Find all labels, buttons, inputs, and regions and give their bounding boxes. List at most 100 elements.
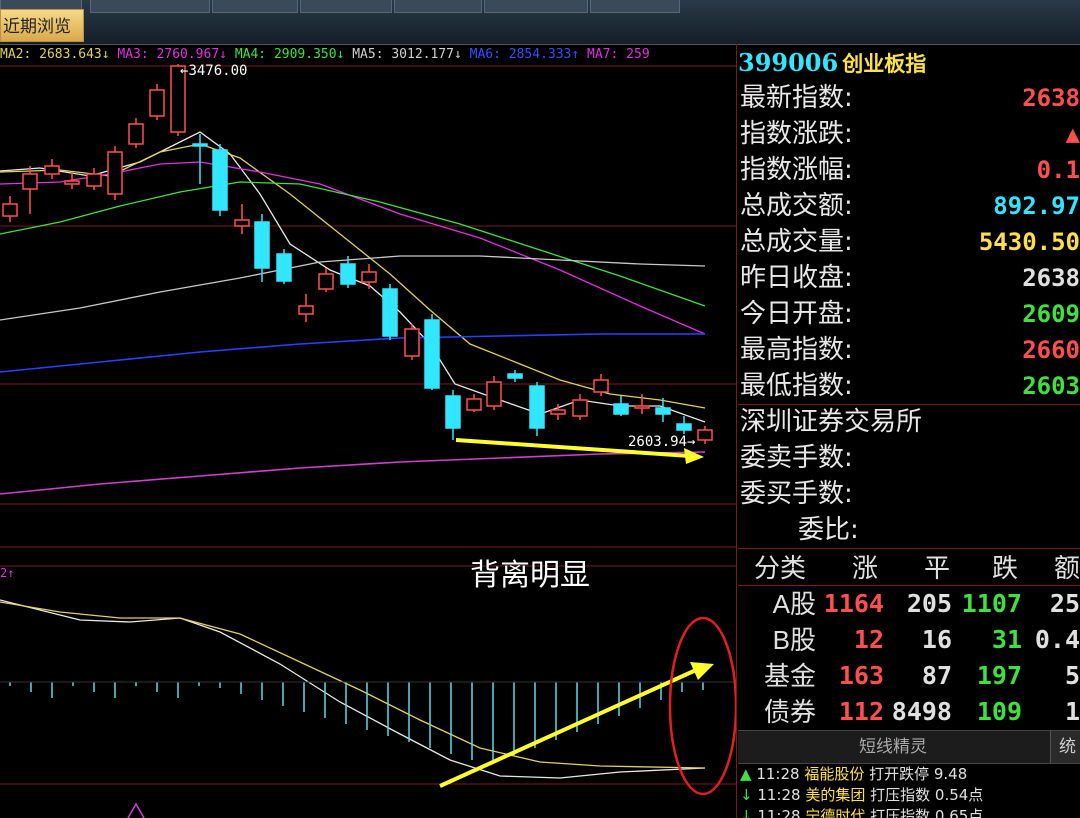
breadth-header-cell: 分类 xyxy=(754,553,807,583)
news-arrow: ↓ xyxy=(740,786,758,804)
kline-chart[interactable] xyxy=(0,44,736,818)
candle-body xyxy=(445,395,461,429)
breadth-cell-amt: 1 xyxy=(1064,697,1080,726)
low-price-label: 2603.94→ xyxy=(628,434,695,450)
row-divider xyxy=(738,548,1080,549)
breadth-row: B股 12 16 31 0.4 xyxy=(738,622,1080,658)
news-stock: 美的集团 xyxy=(805,786,871,804)
order-label: 委卖手数: xyxy=(740,443,853,473)
candle-body xyxy=(318,273,334,290)
candle-body xyxy=(2,203,18,217)
high-price-label: ←3476.00 xyxy=(180,63,247,79)
candle-body xyxy=(86,173,102,187)
candle-body xyxy=(107,151,123,195)
sprite-title[interactable]: 短线精灵 xyxy=(738,731,1048,763)
breadth-header-cell: 平 xyxy=(924,553,951,583)
toolbar-button[interactable] xyxy=(300,0,392,13)
tab-recent-browse[interactable]: 近期浏览 xyxy=(0,9,84,42)
sprite-stats-tab[interactable]: 统 xyxy=(1050,731,1080,763)
toolbar-button[interactable] xyxy=(90,0,210,13)
annotation-overlay xyxy=(439,438,736,796)
candle-body xyxy=(550,409,566,415)
candle-body xyxy=(382,288,398,337)
news-arrow: ↓ xyxy=(740,807,758,818)
news-time: 11:28 xyxy=(757,807,806,818)
breadth-category: A股 xyxy=(772,589,816,619)
macd-indicator-tag: 2↑ xyxy=(0,566,15,580)
breadth-cell-amt: 5 xyxy=(1064,661,1080,690)
candle-body xyxy=(44,165,60,175)
candle-body xyxy=(254,221,270,269)
quote-row: 今日开盘: 2609 xyxy=(738,296,1080,332)
candle-body xyxy=(340,263,356,285)
candle-body xyxy=(149,89,165,117)
index-name: 创业板指 xyxy=(842,51,927,76)
breadth-cell-flat: 8498 xyxy=(891,697,952,726)
news-item[interactable]: ↓ 11:28 宁德时代 打压指数 0.65点 xyxy=(740,806,983,818)
ma-legend-item: MA6: 2854.333↑ xyxy=(469,47,588,62)
ma-line xyxy=(0,333,705,373)
quote-row: 最高指数: 2660 xyxy=(738,332,1080,368)
macd-dif-line xyxy=(0,599,706,779)
index-info-panel: 399006 创业板指 最新指数: 2638 指数涨跌: ▲ 指数涨幅: 0.1 总成交额: 8… xyxy=(738,44,1080,818)
toolbar-button[interactable] xyxy=(590,0,680,13)
toolbar-button[interactable] xyxy=(484,0,588,13)
quote-label: 总成交额: xyxy=(740,191,853,221)
breadth-cell-amt: 0.4 xyxy=(1034,625,1080,654)
news-item[interactable]: ▲ 11:28 福能股份 打开跌停 9.48 xyxy=(740,764,967,784)
divergence-arrow-macd xyxy=(439,668,697,788)
order-row: 委卖手数: xyxy=(738,440,1080,476)
news-stock: 福能股份 xyxy=(804,765,870,783)
candle-body xyxy=(361,271,377,283)
quote-row: 总成交额: 892.97 xyxy=(738,188,1080,224)
high-value: 3476.00 xyxy=(188,63,248,79)
breadth-cell-up: 112 xyxy=(838,697,884,726)
toolbar-button[interactable] xyxy=(394,0,482,13)
candle-body xyxy=(572,399,588,417)
candle-body xyxy=(529,385,545,429)
candle-body xyxy=(486,381,502,407)
quote-value: 2609 xyxy=(1022,300,1080,328)
low-value: 2603.94 xyxy=(628,434,688,450)
quote-row: 指数涨跌: ▲ xyxy=(738,116,1080,152)
candle-body xyxy=(64,180,80,185)
breadth-header-cell: 跌 xyxy=(992,553,1019,583)
breadth-row: 基金 163 87 197 5 xyxy=(738,658,1080,694)
quote-row: 总成交量: 5430.50 xyxy=(738,224,1080,260)
breadth-category: 基金 xyxy=(763,661,816,691)
quote-label: 今日开盘: xyxy=(740,299,853,329)
quote-value: 892.97 xyxy=(993,192,1080,220)
divergence-annotation: 背离明显 xyxy=(470,558,590,593)
breadth-cell-up: 163 xyxy=(838,661,884,690)
quote-label: 总成交量: xyxy=(740,227,853,257)
panel-divider xyxy=(736,44,737,818)
candle-body xyxy=(507,373,523,379)
breadth-header: 分类 涨 平 跌 额 xyxy=(738,550,1080,586)
quote-label: 最高指数: xyxy=(740,335,853,365)
quote-value: ▲ xyxy=(1065,120,1080,148)
macd-panel xyxy=(0,599,736,818)
news-event: 打压指数 xyxy=(870,786,935,804)
short-line-sprite-bar: 短线精灵 统 xyxy=(738,730,1080,764)
news-item[interactable]: ↓ 11:28 美的集团 打压指数 0.54点 xyxy=(740,785,983,805)
candle-body xyxy=(276,253,292,282)
breadth-category: 债券 xyxy=(763,697,816,727)
breadth-cell-down: 1107 xyxy=(961,589,1022,618)
candle-body xyxy=(298,305,314,315)
news-value: 9.48 xyxy=(933,765,968,783)
exchange-row: 深圳证券交易所 xyxy=(738,404,1080,440)
candle-body xyxy=(676,423,692,431)
news-event: 打开跌停 xyxy=(869,765,934,783)
macd-dea-line xyxy=(0,601,706,769)
breadth-row: A股 1164 205 1107 25 xyxy=(738,586,1080,622)
news-event: 打压指数 xyxy=(870,807,935,818)
toolbar-button[interactable] xyxy=(212,0,298,13)
order-label: 委买手数: xyxy=(740,479,853,509)
quote-label: 指数涨幅: xyxy=(740,155,853,185)
quote-label: 昨日收盘: xyxy=(740,263,853,293)
breadth-cell-down: 109 xyxy=(976,697,1022,726)
news-value: 0.54点 xyxy=(934,786,984,804)
index-code: 399006 xyxy=(738,48,839,77)
candle-body xyxy=(404,328,420,357)
ma-legend-item: MA4: 2909.350↓ xyxy=(234,47,353,62)
